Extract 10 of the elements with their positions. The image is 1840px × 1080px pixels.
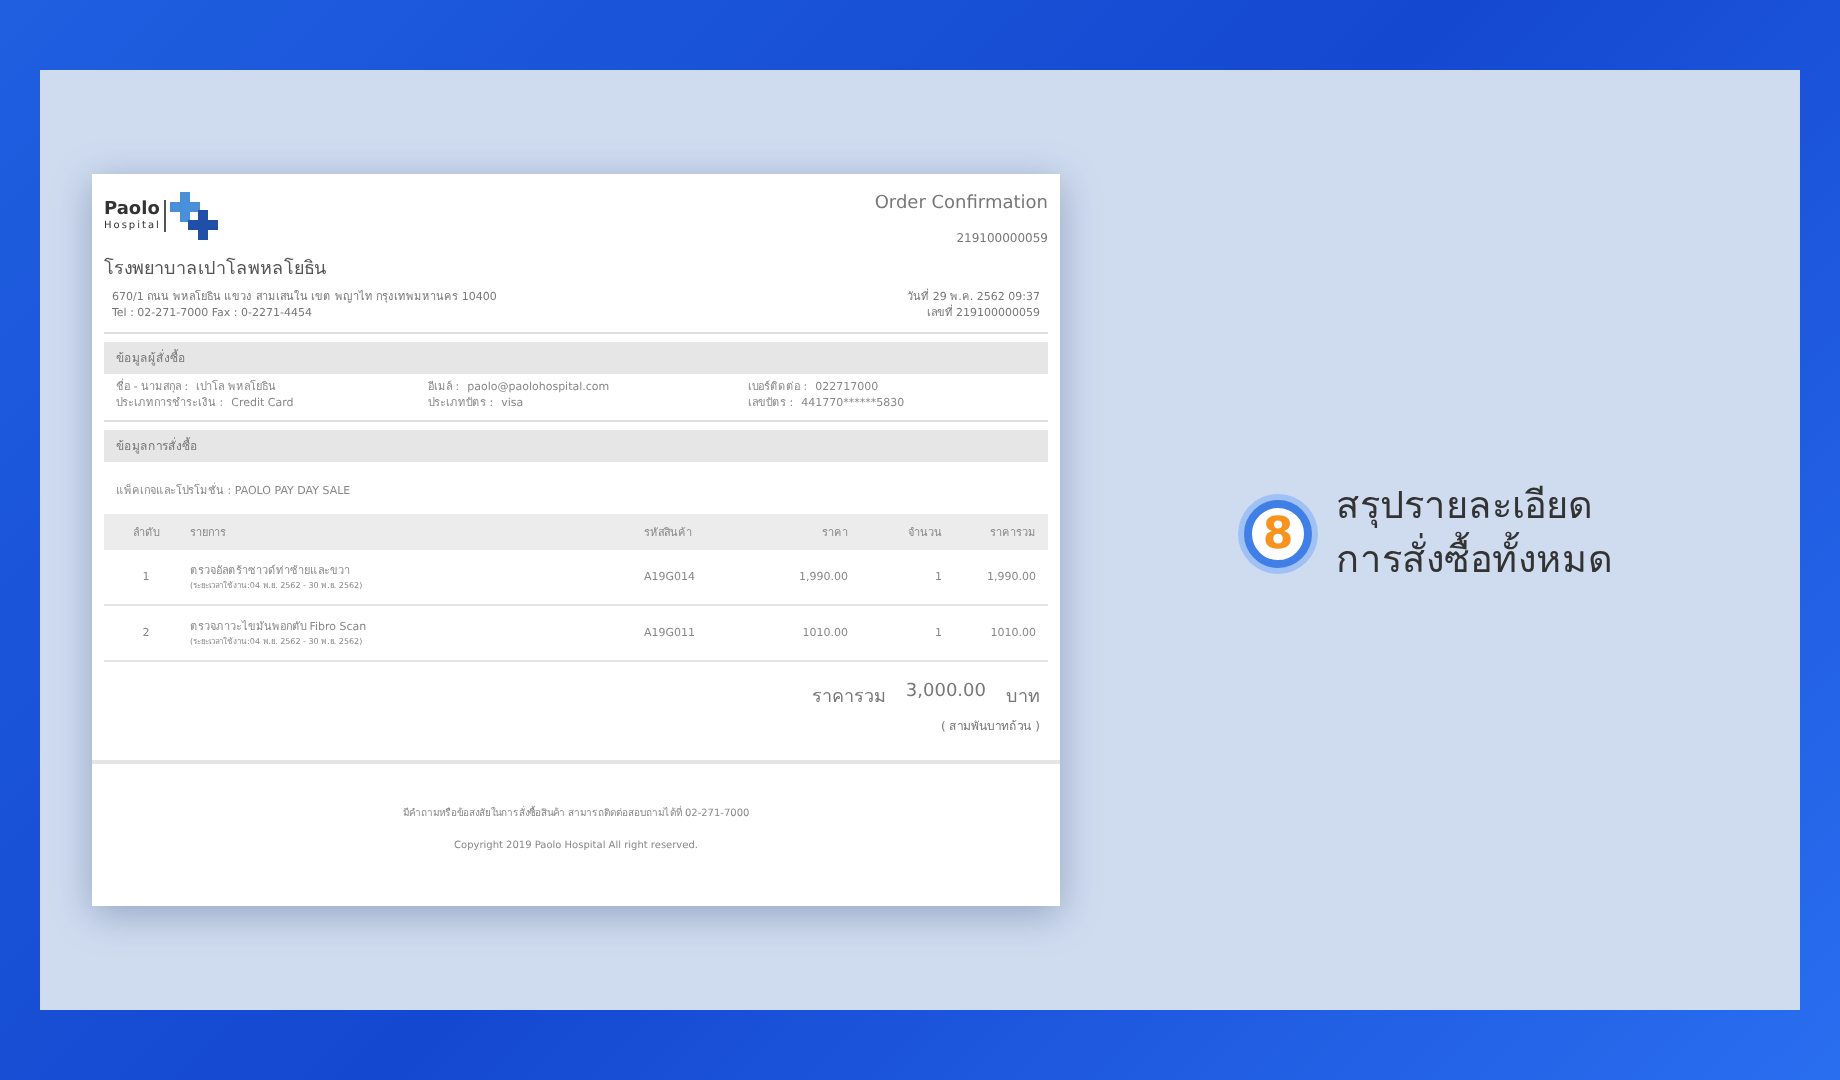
hospital-name: โรงพยาบาลเปาโลพหลโยธิน [104,255,328,282]
logo-name: Paolo [104,200,161,220]
document-title: Order Confirmation [874,194,1048,214]
currency-text: บาท [1006,686,1040,710]
crosses-logo-icon [170,192,219,240]
total-value: 3,000.00 [905,682,986,706]
total-label: ราคารวม [811,686,886,710]
step-title-line: สรุปรายละเอียด [1336,482,1594,531]
step-number-badge: 8 [1244,500,1312,568]
step-title-line: การสั่งซื้อทั้งหมด [1336,534,1612,588]
